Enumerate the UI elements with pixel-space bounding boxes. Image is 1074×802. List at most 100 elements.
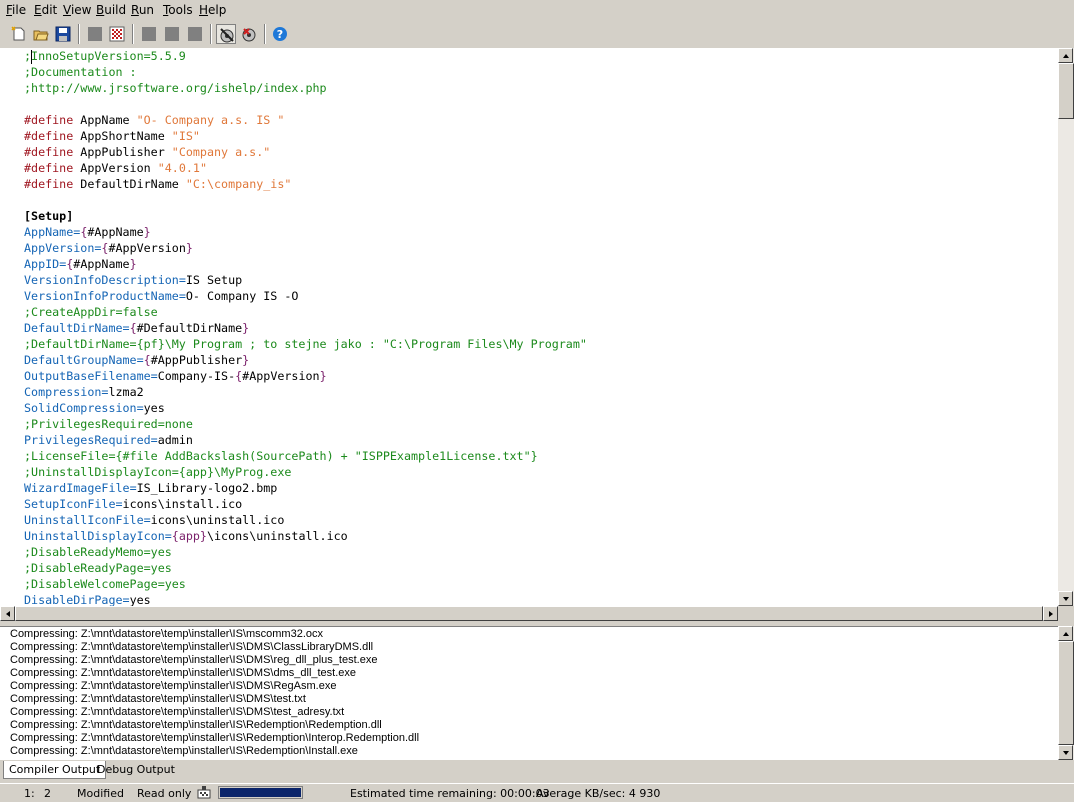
code-line: #define AppPublisher "Company a.s." xyxy=(24,144,270,160)
menu-run[interactable]: Run xyxy=(131,3,154,17)
menu-build[interactable]: Build xyxy=(96,3,126,17)
horizontal-scroll-thumb[interactable] xyxy=(15,606,1043,621)
stop-compile-button[interactable] xyxy=(107,24,127,44)
code-token: } xyxy=(185,241,193,255)
status-speed: Average KB/sec: 4 930 xyxy=(536,787,661,800)
code-token: = xyxy=(122,593,130,606)
compile-button[interactable] xyxy=(85,24,105,44)
output-line: Compressing: Z:\mnt\datastore\temp\insta… xyxy=(10,706,345,718)
help-button[interactable]: ? xyxy=(270,24,290,44)
code-token: IS Setup xyxy=(185,273,243,287)
code-token: yes xyxy=(143,401,165,415)
code-line: ;http://www.jrsoftware.org/ishelp/index.… xyxy=(24,80,327,96)
code-line: #define AppShortName "IS" xyxy=(24,128,200,144)
code-token: "C:\company_is" xyxy=(185,177,292,191)
code-token: = xyxy=(164,529,172,543)
code-line: AppVersion={#AppVersion} xyxy=(24,240,193,256)
target-setup-button[interactable] xyxy=(216,24,236,44)
code-token: { xyxy=(129,321,137,335)
editor-scroll-thumb[interactable] xyxy=(1058,63,1074,119)
code-token: ;http://www.jrsoftware.org/ishelp/index.… xyxy=(24,81,327,95)
code-line: #define AppVersion "4.0.1" xyxy=(24,160,207,176)
code-line: SolidCompression=yes xyxy=(24,400,165,416)
code-token: ;DisableReadyPage=yes xyxy=(24,561,172,575)
terminate-button[interactable] xyxy=(185,24,205,44)
code-token: SetupIconFile xyxy=(24,497,116,511)
target-uninstall-button[interactable] xyxy=(239,24,259,44)
menu-help[interactable]: Help xyxy=(199,3,226,17)
tab-debug-output[interactable]: Debug Output xyxy=(92,761,180,779)
code-line: ;LicenseFile={#file AddBackslash(SourceP… xyxy=(24,448,538,464)
run-button[interactable] xyxy=(139,24,159,44)
code-token: AppVersion xyxy=(73,161,158,175)
compile-progress-bar xyxy=(218,786,303,799)
code-token: = xyxy=(178,273,186,287)
editor-vertical-scrollbar[interactable] xyxy=(1058,48,1074,606)
code-line: PrivilegesRequired=admin xyxy=(24,432,193,448)
code-token: SolidCompression xyxy=(24,401,137,415)
status-bar: 1: 2 Modified Read only Estimated time r… xyxy=(0,783,1074,802)
code-token: { xyxy=(143,353,151,367)
code-token: DefaultGroupName xyxy=(24,353,137,367)
scroll-down-button[interactable] xyxy=(1058,591,1073,606)
menu-tools[interactable]: Tools xyxy=(163,3,193,17)
code-line: VersionInfoProductName=O- Company IS -O xyxy=(24,288,298,304)
menu-bar: File Edit View Build Run Tools Help xyxy=(0,0,1074,20)
output-vertical-scrollbar[interactable] xyxy=(1058,626,1074,760)
code-token: = xyxy=(136,401,144,415)
code-token: {app} xyxy=(171,529,207,543)
output-scroll-thumb[interactable] xyxy=(1058,641,1074,745)
code-token: DefaultDirName xyxy=(24,321,123,335)
code-token: Company-IS- xyxy=(157,369,236,383)
output-scroll-down-button[interactable] xyxy=(1058,745,1073,760)
code-token: yes xyxy=(129,593,151,606)
scroll-up-button[interactable] xyxy=(1058,48,1073,63)
code-token: "IS" xyxy=(171,129,200,143)
output-line: Compressing: Z:\mnt\datastore\temp\insta… xyxy=(10,628,323,640)
code-line: DefaultDirName={#DefaultDirName} xyxy=(24,320,249,336)
code-line: Compression=lzma2 xyxy=(24,384,144,400)
menu-edit[interactable]: Edit xyxy=(34,3,57,17)
editor-horizontal-scrollbar[interactable] xyxy=(0,606,1058,621)
status-modified: Modified xyxy=(77,787,124,800)
code-token: #define xyxy=(24,145,74,159)
save-button[interactable] xyxy=(53,24,73,44)
open-file-icon xyxy=(33,30,49,41)
code-token: #define xyxy=(24,129,74,143)
code-token: AppID xyxy=(24,257,60,271)
code-token: ;Documentation : xyxy=(24,65,137,79)
output-scroll-up-button[interactable] xyxy=(1058,626,1073,641)
code-token: #AppName xyxy=(87,225,144,239)
code-line: WizardImageFile=IS_Library-logo2.bmp xyxy=(24,480,277,496)
scroll-left-button[interactable] xyxy=(0,606,15,621)
toolbar: ? xyxy=(0,20,1074,49)
code-token: ;PrivilegesRequired=none xyxy=(24,417,193,431)
compiling-icon xyxy=(197,785,211,802)
menu-view[interactable]: View xyxy=(63,3,91,17)
code-line: AppID={#AppName} xyxy=(24,256,137,272)
save-icon xyxy=(55,26,71,42)
new-file-icon xyxy=(11,26,25,41)
open-file-button[interactable] xyxy=(31,24,51,44)
script-editor[interactable]: ;InnoSetupVersion=5.5.9 ;Documentation :;… xyxy=(0,48,1058,606)
code-token: #define xyxy=(24,177,74,191)
compiler-output-list[interactable]: Compressing: Z:\mnt\datastore\temp\insta… xyxy=(0,626,1058,760)
code-token: } xyxy=(242,353,250,367)
new-file-button[interactable] xyxy=(9,24,29,44)
code-token: WizardImageFile xyxy=(24,481,130,495)
scroll-right-button[interactable] xyxy=(1043,606,1058,621)
toolbar-separator xyxy=(264,24,266,44)
code-token: AppShortName xyxy=(73,129,172,143)
arrow-down-icon xyxy=(1063,597,1069,601)
output-line: Compressing: Z:\mnt\datastore\temp\insta… xyxy=(10,693,306,705)
code-token: } xyxy=(143,225,151,239)
code-line: ;InnoSetupVersion=5.5.9 xyxy=(24,48,186,64)
code-token: AppName xyxy=(24,225,74,239)
terminate-icon xyxy=(188,27,202,41)
pause-button[interactable] xyxy=(162,24,182,44)
output-line: Compressing: Z:\mnt\datastore\temp\insta… xyxy=(10,732,420,744)
tab-compiler-output[interactable]: Compiler Output xyxy=(3,761,107,779)
menu-file[interactable]: File xyxy=(6,3,26,17)
code-line: AppName={#AppName} xyxy=(24,224,151,240)
code-token: = xyxy=(143,513,151,527)
